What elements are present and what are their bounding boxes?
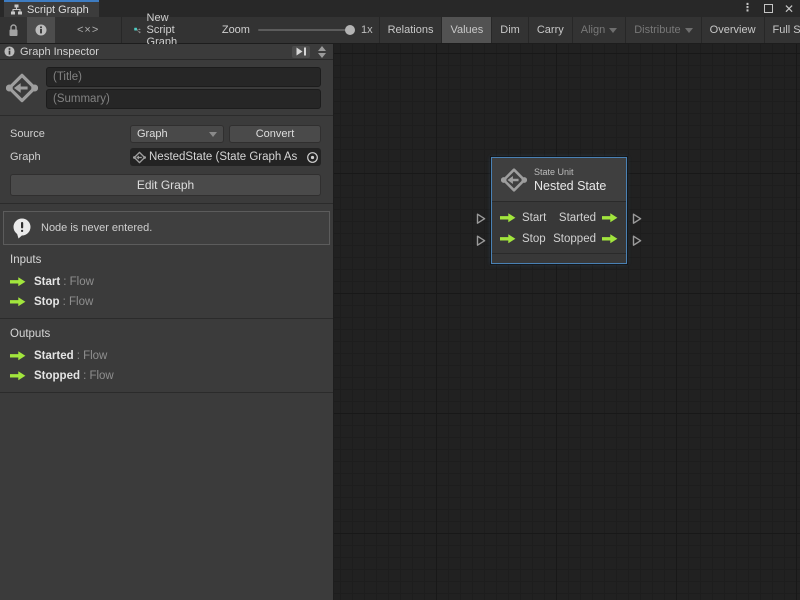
- inspector-title: Graph Inspector: [20, 46, 99, 58]
- code-icon: <×>: [63, 24, 113, 36]
- new-script-graph-button[interactable]: New Script Graph: [122, 12, 198, 48]
- convert-button[interactable]: Convert: [229, 125, 321, 143]
- toolbar-button-distribute: Distribute: [625, 17, 700, 43]
- node-assembly: State Unit Nested State Start Started: [476, 157, 642, 264]
- input-port-stop[interactable]: Stop: [500, 233, 546, 245]
- state-graph-icon: [6, 72, 38, 104]
- flow-arrow-icon: [10, 297, 26, 307]
- zoom-slider[interactable]: [258, 29, 353, 31]
- source-label: Source: [10, 128, 130, 140]
- window-title-bar: Script Graph ⋮ ✕: [0, 0, 800, 17]
- port-triangle-icon[interactable]: [476, 213, 486, 225]
- port-row: Stop Stopped: [492, 228, 626, 249]
- nested-state-node[interactable]: State Unit Nested State Start Started: [491, 157, 627, 264]
- toolbar: <×> New Script Graph Zoom 1x Relations V…: [0, 17, 800, 44]
- graph-title-block: [0, 60, 333, 115]
- graph-title-input[interactable]: [46, 67, 321, 87]
- state-unit-icon: [501, 167, 527, 193]
- warning-bubble-icon: [12, 218, 33, 239]
- info-icon: [35, 24, 47, 36]
- list-item: Stopped : Flow: [0, 366, 333, 386]
- list-item: Start : Flow: [0, 272, 333, 292]
- input-connection-points: [476, 157, 486, 264]
- zoom-slider-handle[interactable]: [345, 25, 355, 35]
- toolbar-button-full-screen[interactable]: Full Scr: [764, 17, 800, 43]
- info-icon: [4, 46, 15, 57]
- tab-title: Script Graph: [27, 4, 89, 16]
- output-port-started[interactable]: Started: [559, 212, 618, 224]
- port-triangle-icon[interactable]: [632, 235, 642, 247]
- outputs-title: Outputs: [0, 328, 333, 346]
- graph-label: Graph: [10, 151, 130, 163]
- input-port-start[interactable]: Start: [500, 212, 546, 224]
- toolbar-button-align: Align: [572, 17, 625, 43]
- outputs-section: Outputs Started : Flow Stopped : Flow: [0, 319, 333, 392]
- node-ports: Start Started Stop Stopped: [492, 202, 626, 253]
- warning-box: Node is never entered.: [3, 211, 330, 245]
- inspector-header: Graph Inspector: [0, 44, 333, 60]
- port-row: Start Started: [492, 207, 626, 228]
- output-port-stopped[interactable]: Stopped: [553, 233, 618, 245]
- inspector-toggle-button[interactable]: [27, 17, 55, 43]
- flow-arrow-icon: [500, 213, 516, 223]
- toolbar-button-relations[interactable]: Relations: [379, 17, 442, 43]
- flow-arrow-icon: [10, 371, 26, 381]
- chevron-down-icon: [609, 28, 617, 33]
- object-picker-icon[interactable]: [306, 151, 319, 164]
- toolbar-button-overview[interactable]: Overview: [701, 17, 764, 43]
- maximize-icon[interactable]: [764, 4, 773, 13]
- warning-text: Node is never entered.: [41, 222, 152, 234]
- toolbar-button-values[interactable]: Values: [441, 17, 491, 43]
- state-graph-asset-icon: [133, 151, 146, 164]
- inputs-section: Inputs Start : Flow Stop : Flow: [0, 245, 333, 318]
- flow-arrow-icon: [602, 213, 618, 223]
- node-title: Nested State: [534, 179, 606, 193]
- graph-object-value: NestedState (State Graph As: [149, 151, 303, 163]
- code-view-button[interactable]: <×>: [55, 17, 121, 43]
- graph-inspector-panel: Graph Inspector Source Graph: [0, 44, 334, 600]
- toolbar-button-dim[interactable]: Dim: [491, 17, 528, 43]
- chevron-down-icon: [685, 28, 693, 33]
- graph-summary-input[interactable]: [46, 89, 321, 109]
- inspector-empty-area: [0, 393, 333, 600]
- output-connection-points: [632, 157, 642, 264]
- window-menu-icon[interactable]: ⋮: [742, 3, 753, 14]
- node-footer: [492, 253, 626, 263]
- tab-script-graph[interactable]: Script Graph: [4, 0, 99, 17]
- new-script-graph-label: New Script Graph: [147, 12, 186, 48]
- divider: [0, 203, 333, 204]
- chevron-down-icon: [209, 132, 217, 137]
- source-dropdown[interactable]: Graph: [130, 125, 224, 143]
- lock-button[interactable]: [0, 17, 27, 43]
- zoom-value: 1x: [361, 24, 373, 36]
- dock-panel-button[interactable]: [292, 46, 310, 58]
- close-icon[interactable]: ✕: [784, 3, 794, 15]
- zoom-label: Zoom: [222, 24, 250, 36]
- flow-arrow-icon: [500, 234, 516, 244]
- list-item: Started : Flow: [0, 346, 333, 366]
- flow-arrow-icon: [10, 351, 26, 361]
- edit-graph-button[interactable]: Edit Graph: [10, 174, 321, 196]
- inspector-form: Source Graph Convert Graph NestedState (…: [0, 116, 333, 170]
- node-header[interactable]: State Unit Nested State: [492, 158, 626, 202]
- scroll-arrows[interactable]: [315, 46, 329, 58]
- flow-arrow-icon: [10, 277, 26, 287]
- scroll-up-icon[interactable]: [318, 46, 326, 51]
- lock-icon: [8, 24, 19, 37]
- list-item: Stop : Flow: [0, 292, 333, 312]
- port-triangle-icon[interactable]: [632, 213, 642, 225]
- graph-object-field[interactable]: NestedState (State Graph As: [130, 148, 321, 166]
- scroll-down-icon[interactable]: [318, 53, 326, 58]
- toolbar-button-carry[interactable]: Carry: [528, 17, 572, 43]
- dock-icon: [296, 47, 307, 56]
- inputs-title: Inputs: [0, 254, 333, 272]
- graph-hierarchy-icon: [11, 4, 22, 15]
- port-triangle-icon[interactable]: [476, 235, 486, 247]
- node-kind-label: State Unit: [534, 167, 606, 177]
- flow-arrow-icon: [602, 234, 618, 244]
- script-graph-icon: [134, 24, 141, 37]
